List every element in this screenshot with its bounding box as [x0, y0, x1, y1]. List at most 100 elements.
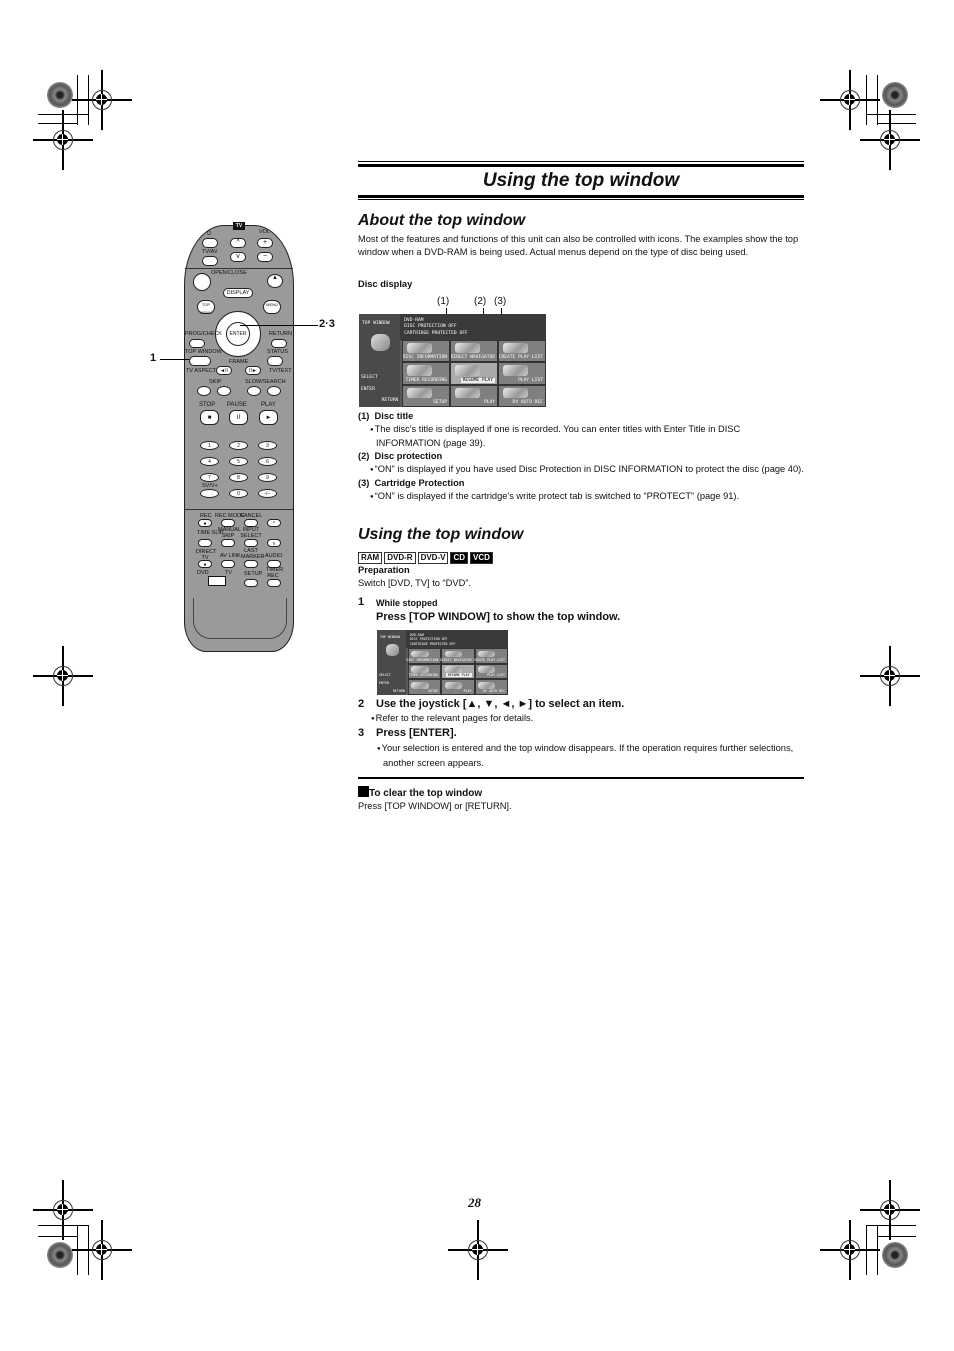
slow-forward-button[interactable]	[267, 386, 281, 396]
frame-back-button[interactable]: ◄II	[216, 366, 232, 375]
open-close-button[interactable]: ▲	[267, 274, 283, 288]
menu-item-icon	[444, 650, 462, 658]
number-key[interactable]: 8	[229, 473, 248, 482]
number-key[interactable]: -/--	[258, 489, 277, 498]
menu-item-icon	[502, 343, 528, 354]
channel-up-button[interactable]: ^	[230, 238, 246, 248]
menu-item-icon	[406, 343, 433, 354]
item-text: “ON” is displayed if the cartridge's wri…	[358, 490, 804, 504]
menu-item-icon	[478, 681, 496, 689]
number-key[interactable]: 6	[258, 457, 277, 466]
input-select-button[interactable]	[244, 539, 258, 547]
step-3-title: Press [ENTER].	[376, 727, 457, 739]
tv-av-button[interactable]	[202, 256, 218, 266]
registration-mark	[860, 646, 920, 706]
menu-item-label: PLAY LIST	[487, 673, 505, 678]
disc-display-label: Disc display	[358, 279, 413, 289]
menu-item-label: DIRECT NAVIGATOR	[450, 355, 496, 361]
top-window-title: TOP WINDOW	[362, 320, 390, 326]
menu-item-icon	[444, 681, 462, 689]
menu-item-label: TIMER RECORDING	[405, 377, 448, 383]
time-slip-button[interactable]	[198, 539, 212, 547]
top-window-menu-item: DV AUTO REC	[474, 679, 508, 695]
return-label: RETURN	[381, 397, 399, 403]
menu-item-icon	[411, 666, 429, 673]
display-button[interactable]: DISPLAY	[223, 288, 253, 298]
item-title: Cartridge Protection	[374, 478, 465, 488]
number-key[interactable]: 4	[200, 457, 219, 466]
skip-forward-button[interactable]	[217, 386, 231, 396]
menu-item-label: SETUP	[428, 688, 439, 693]
direct-tv-rec-button[interactable]: ●	[198, 560, 212, 568]
top-window-title: TOP WINDOW	[380, 634, 400, 639]
rec-button[interactable]: ●	[198, 519, 212, 527]
number-key[interactable]: 2	[229, 441, 248, 450]
about-item: (1) Disc title The disc's title is displ…	[358, 410, 804, 450]
step-number-1: 1	[358, 596, 365, 608]
step-2-note: Refer to the relevant pages for details.	[371, 713, 807, 723]
av-link-button[interactable]	[221, 560, 235, 568]
stop-button[interactable]: ■	[200, 410, 219, 425]
status-button[interactable]	[267, 356, 283, 366]
menu-item-label: PLAY LIST	[518, 377, 543, 383]
color-target-bottom-right	[882, 1242, 908, 1268]
rec-mode-button[interactable]	[221, 519, 235, 527]
registration-mark	[860, 110, 920, 170]
top-window-button[interactable]	[189, 356, 211, 366]
sv-v-button[interactable]	[200, 489, 219, 498]
step-3-note: Your selection is entered and the top wi…	[371, 741, 813, 770]
menu-item-icon	[502, 365, 528, 376]
number-key[interactable]: 5	[229, 457, 248, 466]
menu-item-label: PLAY	[463, 688, 472, 693]
clear-heading: To clear the top window	[358, 786, 482, 799]
number-key[interactable]: 1	[200, 441, 219, 450]
number-key[interactable]: 3	[258, 441, 277, 450]
menu-button[interactable]: MENU	[263, 300, 281, 314]
slow-back-button[interactable]	[247, 386, 261, 396]
about-item: (2) Disc protection “ON” is displayed if…	[358, 450, 804, 477]
ch-up-button[interactable]: ^	[267, 519, 281, 527]
skip-back-button[interactable]	[197, 386, 211, 396]
timer-rec-button[interactable]	[267, 579, 281, 587]
volume-up-button[interactable]: +	[257, 238, 273, 248]
cancel-button[interactable]	[244, 519, 258, 527]
remote-callout-2-3: 2·3	[319, 318, 335, 330]
square-bullet-icon	[358, 786, 369, 797]
return-label: RETURN	[392, 688, 405, 693]
menu-item-label: DISC INFORMATION	[402, 355, 448, 361]
format-badges: RAM DVD-R DVD-V CD VCD	[358, 547, 495, 565]
top-window-screenshot-small: TOP WINDOW SELECT ENTER RETURN DVD-RAM DISC P…	[377, 630, 508, 695]
section-heading-using: Using the top window	[358, 526, 524, 543]
setup-button[interactable]	[244, 579, 258, 587]
top-window-menu-item: PLAY LIST	[474, 663, 508, 680]
enter-label: ENTER	[361, 387, 375, 393]
remote-callout-1: 1	[150, 352, 157, 364]
step-1-pre: While stopped	[376, 598, 438, 608]
volume-down-button[interactable]: −	[257, 252, 273, 262]
format-badge: RAM	[358, 552, 383, 564]
number-key[interactable]: 0	[229, 489, 248, 498]
disc-type: DVD-RAM	[409, 632, 424, 637]
title-rule-top-thick	[358, 164, 804, 167]
menu-item-label: DV AUTO REC	[512, 399, 543, 405]
dvd-tv-switch[interactable]	[208, 576, 226, 586]
channel-down-button[interactable]: v	[230, 252, 246, 262]
prog-check-button[interactable]	[189, 339, 205, 348]
menu-item-label: TIMER RECORDING	[408, 673, 439, 678]
manual-skip-button[interactable]	[221, 539, 235, 547]
return-button[interactable]	[271, 339, 287, 348]
select-label: SELECT	[379, 672, 391, 677]
number-key[interactable]: 9	[258, 473, 277, 482]
power-button[interactable]	[202, 238, 218, 248]
step-number-3: 3	[358, 727, 365, 739]
dvd-power-button[interactable]	[193, 273, 211, 291]
number-key[interactable]: 7	[200, 473, 219, 482]
frame-forward-button[interactable]: II►	[245, 366, 261, 375]
ch-down-button[interactable]: v	[267, 539, 281, 547]
play-button[interactable]: ►	[259, 410, 278, 425]
pause-button[interactable]: II	[229, 410, 248, 425]
last-marker-button[interactable]	[244, 560, 258, 568]
item-title: Disc protection	[374, 451, 443, 461]
top-menu-button[interactable]: TOP MENU	[197, 300, 215, 315]
title-rule-top	[358, 161, 804, 162]
